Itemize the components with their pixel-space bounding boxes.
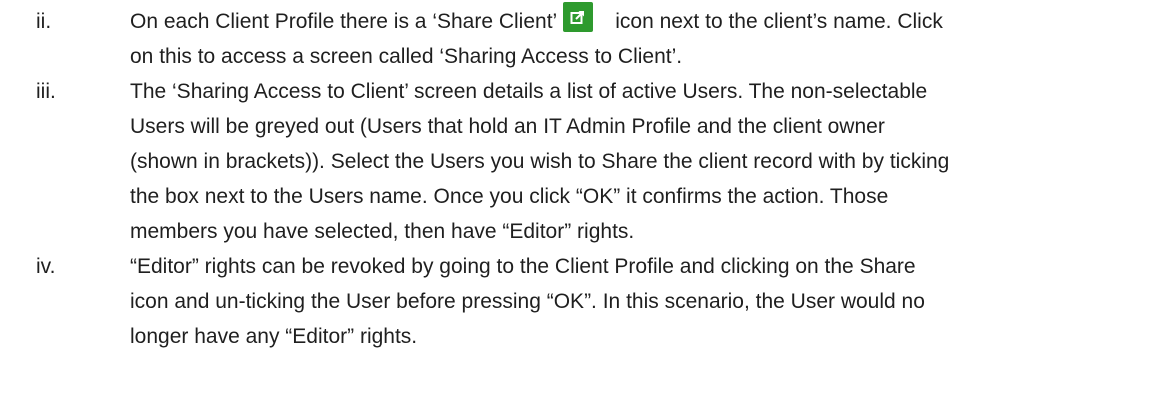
- text-line: The ‘Sharing Access to Client’ screen de…: [130, 80, 928, 103]
- list-numeral: iii.: [36, 80, 56, 103]
- share-icon: [563, 2, 594, 32]
- text-line: “Editor” rights can be revoked by going …: [130, 255, 916, 278]
- text-line: (shown in brackets)). Select the Users y…: [130, 150, 950, 173]
- text-line: on this to access a screen called ‘Shari…: [130, 45, 683, 68]
- text-line: Users will be greyed out (Users that hol…: [130, 115, 885, 138]
- list-item-text: “Editor” rights can be revoked by going …: [130, 249, 1160, 354]
- text-line: longer have any “Editor” rights.: [130, 325, 418, 348]
- document-page: ii. On each Client Profile there is a ‘S…: [0, 0, 1168, 400]
- list-numeral: ii.: [36, 10, 52, 33]
- text-before-icon: On each Client Profile there is a ‘Share…: [130, 10, 558, 33]
- list-item-text: On each Client Profile there is a ‘Share…: [130, 2, 1160, 74]
- text-line: members you have selected, then have “Ed…: [130, 220, 635, 243]
- text-after-icon: icon next to the client’s name. Click: [615, 10, 943, 33]
- text-line: icon and un-ticking the User before pres…: [130, 290, 925, 313]
- text-line: the box next to the Users name. Once you…: [130, 185, 889, 208]
- list-numeral: iv.: [36, 255, 56, 278]
- text-line: On each Client Profile there is a ‘Share…: [130, 2, 1160, 39]
- list-item-text: The ‘Sharing Access to Client’ screen de…: [130, 74, 1160, 249]
